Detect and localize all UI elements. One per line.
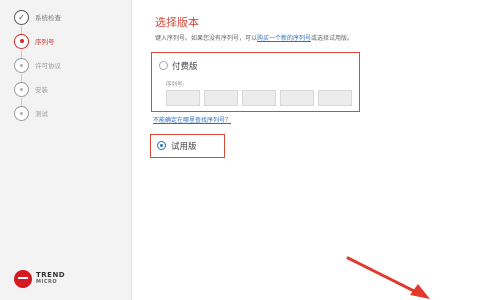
instructions-prefix: 键入序列号。如果您没有序列号，可以 <box>155 35 258 42</box>
step-install: 安装 <box>14 80 48 98</box>
instructions-suffix: 或选择试用版。 <box>311 35 354 42</box>
step-system-check: ✓ 系统检查 <box>14 8 61 26</box>
serial-input-1[interactable] <box>166 90 200 106</box>
step-test: 测试 <box>14 104 48 122</box>
pointer-arrow-icon <box>346 256 430 299</box>
step-serial-number: 序列号 <box>14 32 55 50</box>
checkmark-icon: ✓ <box>14 9 29 25</box>
trend-micro-ball-icon <box>14 270 32 288</box>
serial-number-label: 序列号: <box>166 82 185 88</box>
serial-input-5[interactable] <box>318 90 352 106</box>
find-serial-help-link[interactable]: 不能确定在哪里查找序列号？ <box>153 115 231 124</box>
page-title: 选择版本 <box>155 16 199 29</box>
trial-version-label[interactable]: 试用版 <box>171 140 197 152</box>
paid-version-label[interactable]: 付费版 <box>172 60 198 72</box>
step-label: 序列号 <box>35 38 55 46</box>
pending-step-icon <box>14 57 29 73</box>
pending-step-icon <box>14 81 29 97</box>
trial-version-radio[interactable] <box>157 141 166 150</box>
pending-step-icon <box>14 105 29 121</box>
instructions-text: 键入序列号。如果您没有序列号，可以购买一个新的序列号或选择试用版。 <box>155 33 353 42</box>
step-label: 许可协议 <box>35 62 61 70</box>
buy-serial-link[interactable]: 购买一个新的序列号 <box>257 35 311 42</box>
current-step-icon <box>14 33 29 49</box>
trend-micro-logo: TREND MICRO <box>14 270 65 288</box>
serial-input-3[interactable] <box>242 90 276 106</box>
paid-version-radio[interactable] <box>159 61 168 70</box>
sidebar: ✓ 系统检查 序列号 许可协议 安装 测试 TREND MICRO <box>0 0 132 300</box>
step-label: 测试 <box>35 110 48 118</box>
logo-text-line1: TREND <box>36 271 66 279</box>
serial-input-2[interactable] <box>204 90 238 106</box>
serial-input-4[interactable] <box>280 90 314 106</box>
step-label: 系统检查 <box>35 14 61 22</box>
step-license-agreement: 许可协议 <box>14 56 61 74</box>
step-label: 安装 <box>35 86 48 94</box>
logo-text-line2: MICRO <box>36 279 58 285</box>
